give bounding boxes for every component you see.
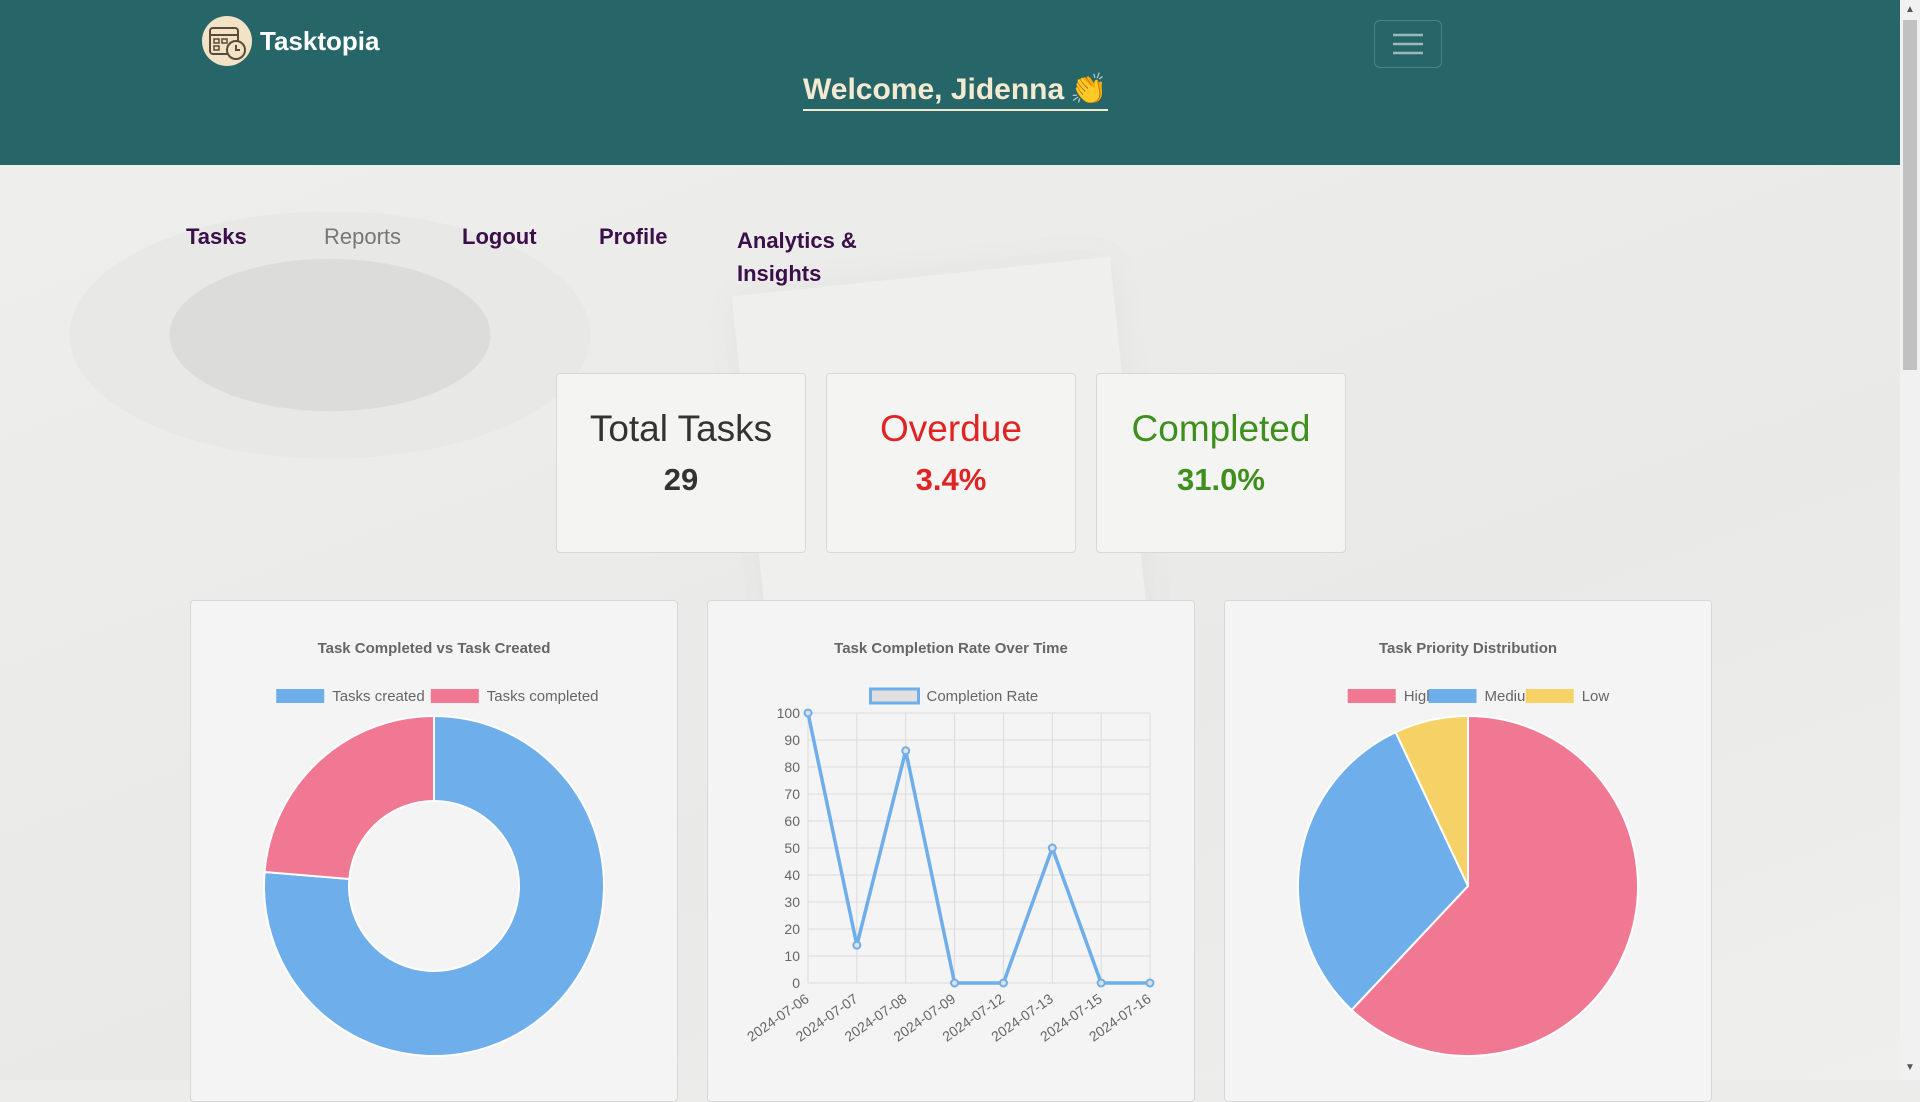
stat-card-overdue: Overdue 3.4% — [826, 373, 1076, 553]
scroll-up-arrow-icon[interactable]: ▲ — [1904, 4, 1916, 16]
chart-title: Task Completed vs Task Created — [318, 640, 551, 657]
nav-reports-link[interactable]: Reports — [324, 224, 401, 250]
legend-swatch — [1347, 689, 1396, 703]
vertical-scrollbar[interactable]: ▲ ▼ — [1900, 0, 1920, 1080]
nav-analytics-label: Analytics & — [737, 228, 857, 253]
doughnut-chart: Task Completed vs Task Created Tasks crea… — [263, 640, 605, 1057]
legend-swatch — [276, 689, 325, 703]
top-header: Tasktopia Welcome, Jidenna 👏 — [0, 0, 1900, 165]
stat-card-total: Total Tasks 29 — [556, 373, 806, 553]
stat-title: Completed — [1131, 408, 1311, 449]
nav-tasks-link[interactable]: Tasks — [186, 224, 247, 250]
line-chart: Task Completion Rate Over Time Completion… — [744, 640, 1155, 1045]
nav-insights-label: Insights — [737, 261, 822, 286]
welcome-heading: Welcome, Jidenna 👏 — [803, 72, 1108, 111]
clapping-hands-icon: 👏 — [1070, 73, 1108, 106]
data-point — [998, 978, 1008, 988]
legend-swatch — [869, 687, 920, 705]
legend-swatch — [1525, 689, 1574, 703]
stat-value: 31.0% — [1177, 462, 1265, 497]
chart-title: Task Completion Rate Over Time — [834, 640, 1068, 657]
stat-title: Total Tasks — [589, 408, 773, 449]
hamburger-icon — [1393, 33, 1423, 55]
data-point — [1047, 843, 1057, 853]
legend-swatch — [1428, 689, 1477, 703]
y-tick-label: 20 — [784, 921, 800, 937]
y-tick-label: 0 — [792, 975, 800, 991]
chart-card-completed-vs-created: Task Completed vs Task Created Tasks crea… — [190, 600, 678, 1102]
y-tick-label: 70 — [784, 786, 800, 802]
chart-card-completion-rate: Task Completion Rate Over Time Completion… — [707, 600, 1195, 1102]
legend-label: Tasks created — [332, 688, 425, 705]
scrollbar-thumb[interactable] — [1903, 20, 1917, 370]
y-tick-label: 90 — [784, 732, 800, 748]
y-tick-label: 60 — [784, 813, 800, 829]
menu-toggle-button[interactable] — [1374, 20, 1442, 68]
welcome-text: Welcome, Jidenna — [803, 73, 1065, 106]
data-point — [852, 940, 862, 950]
legend-label: Tasks completed — [487, 688, 599, 705]
y-tick-label: 40 — [784, 867, 800, 883]
pie-chart: Task Priority DistributionHigh Medium Low — [1297, 640, 1639, 1057]
stat-title: Overdue — [880, 408, 1022, 449]
y-tick-label: 50 — [784, 840, 800, 856]
data-point — [1096, 978, 1106, 988]
brand[interactable]: Tasktopia — [202, 16, 379, 66]
scroll-down-arrow-icon[interactable]: ▼ — [1904, 1062, 1916, 1074]
data-point — [1145, 978, 1155, 988]
chart-title: Task Priority Distribution — [1379, 640, 1557, 657]
nav-profile-link[interactable]: Profile — [599, 224, 667, 250]
nav-analytics-link[interactable]: Analytics & Insights — [737, 224, 857, 290]
y-tick-label: 10 — [784, 948, 800, 964]
legend-label: Completion Rate — [927, 688, 1039, 705]
chart-card-priority-distribution: Task Priority Distribution High Medium Low — [1224, 600, 1712, 1102]
y-tick-label: 80 — [784, 759, 800, 775]
stat-value: 29 — [663, 462, 699, 497]
stat-value: 3.4% — [915, 462, 987, 497]
data-point — [901, 746, 911, 756]
legend-swatch — [430, 689, 479, 703]
calendar-clock-icon — [202, 16, 252, 66]
data-point — [803, 708, 813, 718]
nav-logout-link[interactable]: Logout — [462, 224, 537, 250]
legend-label: Low — [1582, 688, 1610, 705]
y-tick-label: 30 — [784, 894, 800, 910]
stat-card-completed: Completed 31.0% — [1096, 373, 1346, 553]
y-tick-label: 100 — [777, 705, 801, 721]
slice-tasks-completed — [263, 714, 435, 881]
data-point — [950, 978, 960, 988]
brand-name: Tasktopia — [260, 25, 380, 56]
